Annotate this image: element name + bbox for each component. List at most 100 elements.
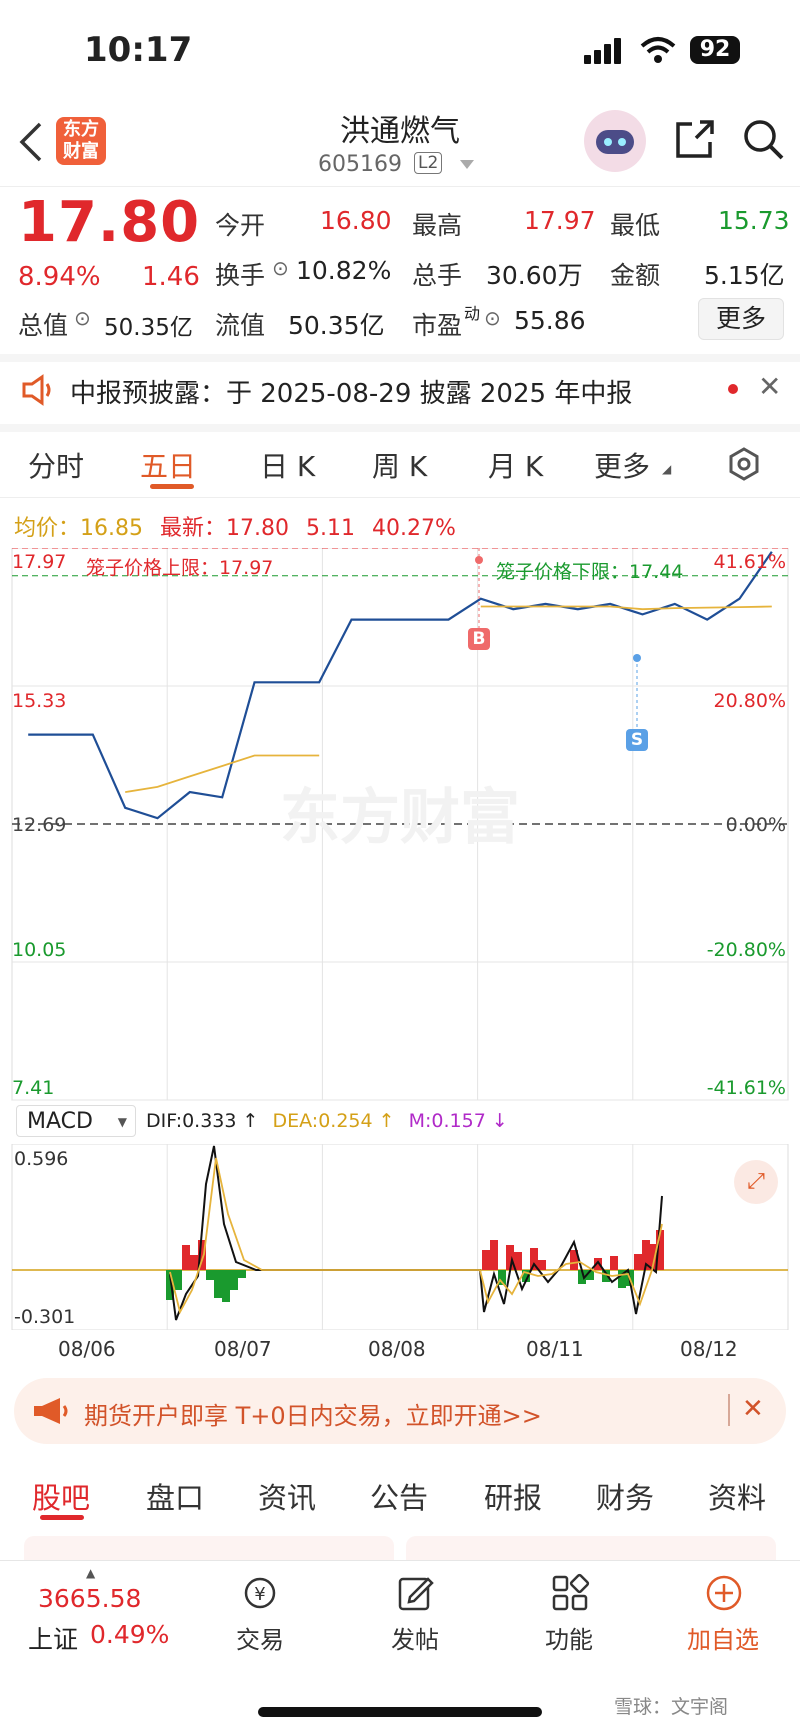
more-button[interactable]: 更多 — [698, 298, 784, 340]
subtab-research[interactable]: 研报 — [484, 1475, 542, 1517]
edit-icon[interactable] — [396, 1573, 436, 1613]
status-time: 10:17 — [84, 30, 193, 70]
notice-text[interactable]: 中报预披露：于 2025-08-29 披露 2025 年中报 — [70, 373, 632, 410]
y-pct-label: 0.00% — [725, 814, 786, 836]
tab-monthly-k[interactable]: 月 K — [488, 445, 543, 485]
macd-histogram-bar — [230, 1270, 238, 1290]
subtab-announcements[interactable]: 公告 — [370, 1475, 428, 1517]
cage-lower-label: 笼子价格下限：17.44 — [496, 561, 684, 583]
tab-intraday[interactable]: 分时 — [28, 445, 84, 485]
y-pct-label: 41.61% — [713, 551, 786, 573]
turnover-label: 换手 — [215, 261, 266, 290]
home-indicator — [258, 1707, 542, 1717]
index-up-arrow: ▲ — [86, 1566, 96, 1580]
x-date-label: 08/06 — [58, 1337, 116, 1361]
change-amount: 1.46 — [142, 262, 200, 292]
signal-icon — [584, 38, 624, 64]
share-icon[interactable] — [674, 118, 716, 160]
add-watchlist-label[interactable]: 加自选 — [678, 1620, 768, 1655]
y-tick-label: 12.69 — [12, 814, 67, 836]
amount-value: 5.15亿 — [704, 261, 785, 290]
x-date-label: 08/11 — [526, 1337, 584, 1361]
sell-marker[interactable]: S — [626, 729, 648, 751]
subtab-pankou[interactable]: 盘口 — [146, 1475, 204, 1517]
macd-histogram-bar — [490, 1240, 498, 1270]
y-tick-label: 15.33 — [12, 690, 67, 712]
low-label: 最低 — [610, 211, 661, 240]
level2-badge[interactable]: L2 — [414, 152, 443, 174]
info-icon[interactable]: ⊙ — [272, 256, 289, 280]
unread-dot — [728, 384, 738, 394]
high-label: 最高 — [412, 211, 463, 240]
x-date-label: 08/08 — [368, 1337, 426, 1361]
trade-label[interactable]: 交易 — [215, 1620, 305, 1655]
tab-active-underline — [150, 484, 194, 489]
market-cap-value: 50.35亿 — [104, 315, 193, 341]
x-date-label: 08/07 — [214, 1337, 272, 1361]
close-icon[interactable]: ✕ — [758, 370, 781, 403]
tab-more[interactable]: 更多 — [594, 445, 650, 485]
series-line-avg — [125, 605, 772, 793]
subtab-finance[interactable]: 财务 — [596, 1475, 654, 1517]
subtab-underline — [40, 1515, 84, 1520]
index-name[interactable]: 上证 — [28, 1620, 78, 1656]
eastmoney-logo: 东方财富 — [56, 117, 106, 165]
pe-label: 市盈 — [412, 311, 463, 340]
expand-icon[interactable]: ⤢ — [734, 1160, 778, 1204]
chart-watermark: 东方财富 — [280, 783, 520, 853]
chevron-down-icon[interactable] — [460, 160, 474, 170]
tab-5day[interactable]: 五日 — [140, 445, 196, 485]
back-arrow-icon[interactable] — [18, 120, 44, 164]
macd-dea-line — [169, 1157, 663, 1315]
info-icon[interactable]: ⊙ — [484, 306, 501, 330]
float-cap-value: 50.35亿 — [288, 311, 385, 340]
subtab-news[interactable]: 资讯 — [258, 1475, 316, 1517]
y-tick-label: 17.97 — [12, 551, 67, 573]
watermark: 雪球：文宇阁 — [614, 1696, 729, 1718]
buy-marker[interactable]: B — [468, 628, 490, 650]
banner-text[interactable]: 期货开户即享 T+0日内交易，立即开通>> — [84, 1396, 542, 1431]
info-icon[interactable]: ⊙ — [74, 306, 91, 330]
high-value: 17.97 — [524, 206, 596, 235]
post-label[interactable]: 发帖 — [370, 1620, 460, 1655]
series-line-price — [28, 551, 773, 820]
subtab-guba[interactable]: 股吧 — [32, 1475, 90, 1517]
grid-icon[interactable] — [550, 1573, 590, 1613]
pe-superscript: 动 — [464, 304, 481, 323]
macd-dif-line — [169, 1145, 663, 1321]
chevron-down-icon: ◢ — [662, 462, 672, 476]
trade-icon[interactable]: ¥ — [240, 1573, 280, 1613]
robot-assistant-icon[interactable] — [584, 110, 646, 172]
volume-label: 总手 — [412, 261, 463, 290]
index-value[interactable]: 3665.58 — [38, 1584, 141, 1613]
macd-indicator-select[interactable]: MACD ▼ — [16, 1105, 136, 1137]
wifi-icon — [640, 37, 676, 63]
macd-histogram-bar — [190, 1255, 198, 1270]
macd-frame — [11, 1144, 789, 1330]
subtab-profile[interactable]: 资料 — [708, 1475, 766, 1517]
banner-divider — [728, 1394, 730, 1426]
chart-info: 均价：16.85 最新：17.80 5.11 40.27% — [14, 516, 456, 541]
amount-label: 金额 — [610, 261, 661, 290]
megaphone-icon — [34, 1398, 68, 1424]
stock-name: 洪通燃气 — [340, 114, 460, 149]
current-price: 17.80 — [18, 190, 201, 255]
open-value: 16.80 — [320, 206, 392, 235]
index-percent[interactable]: 0.49% — [90, 1620, 169, 1649]
sell-dot — [633, 654, 641, 662]
function-label[interactable]: 功能 — [524, 1620, 614, 1655]
macd-histogram-bar — [174, 1270, 182, 1290]
gear-icon[interactable] — [726, 446, 762, 482]
market-cap-label: 总值 — [18, 311, 69, 340]
search-icon[interactable] — [742, 118, 786, 162]
macd-chart[interactable] — [0, 1144, 800, 1330]
y-pct-label: -41.61% — [706, 1077, 786, 1099]
tab-daily-k[interactable]: 日 K — [260, 445, 315, 485]
macd-histogram-bar — [634, 1254, 642, 1270]
x-date-label: 08/12 — [680, 1337, 738, 1361]
close-icon[interactable]: ✕ — [742, 1394, 764, 1424]
tab-weekly-k[interactable]: 周 K — [372, 445, 427, 485]
plus-circle-icon[interactable] — [704, 1573, 744, 1613]
price-chart[interactable]: 东方财富 — [0, 548, 800, 1103]
open-label: 今开 — [215, 211, 266, 240]
